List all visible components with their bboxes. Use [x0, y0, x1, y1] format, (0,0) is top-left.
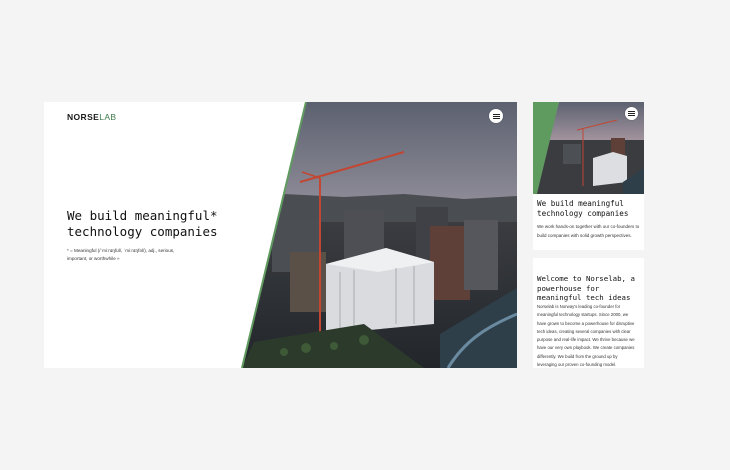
definition-footnote: * = Meaningful (/ˈmiːnɪŋfʊl/, ˈmiːnɪŋfəl…: [67, 248, 175, 261]
mobile-menu-button[interactable]: [625, 107, 638, 120]
logo-norse: NORSE: [67, 112, 100, 122]
about-text: Norselab is Norway's leading co-founder …: [537, 304, 635, 368]
hero-headline-line2: technology companies: [67, 224, 218, 239]
logo-lab: LAB: [99, 112, 117, 122]
mobile-about-preview: Welcome to Norselab, a powerhouse for me…: [533, 258, 644, 368]
hero-headline-line1: We build meaningful*: [67, 208, 218, 223]
mobile-hero-headline: We build meaningful technology companies: [537, 199, 629, 218]
mobile-hero-text: We work hands-on together with our co-fo…: [537, 224, 640, 238]
menu-button[interactable]: [489, 109, 503, 123]
hero-headline: We build meaningful* technology companie…: [67, 208, 257, 240]
norselab-logo[interactable]: NORSELAB: [67, 112, 117, 122]
hamburger-menu-icon: [492, 113, 500, 119]
about-headline: Welcome to Norselab, a powerhouse for me…: [537, 274, 635, 302]
hamburger-menu-icon: [628, 111, 635, 116]
mobile-hero-preview: We build meaningful technology companies…: [533, 102, 644, 250]
desktop-preview: NORSELAB We build meaningful* technology…: [44, 102, 517, 368]
